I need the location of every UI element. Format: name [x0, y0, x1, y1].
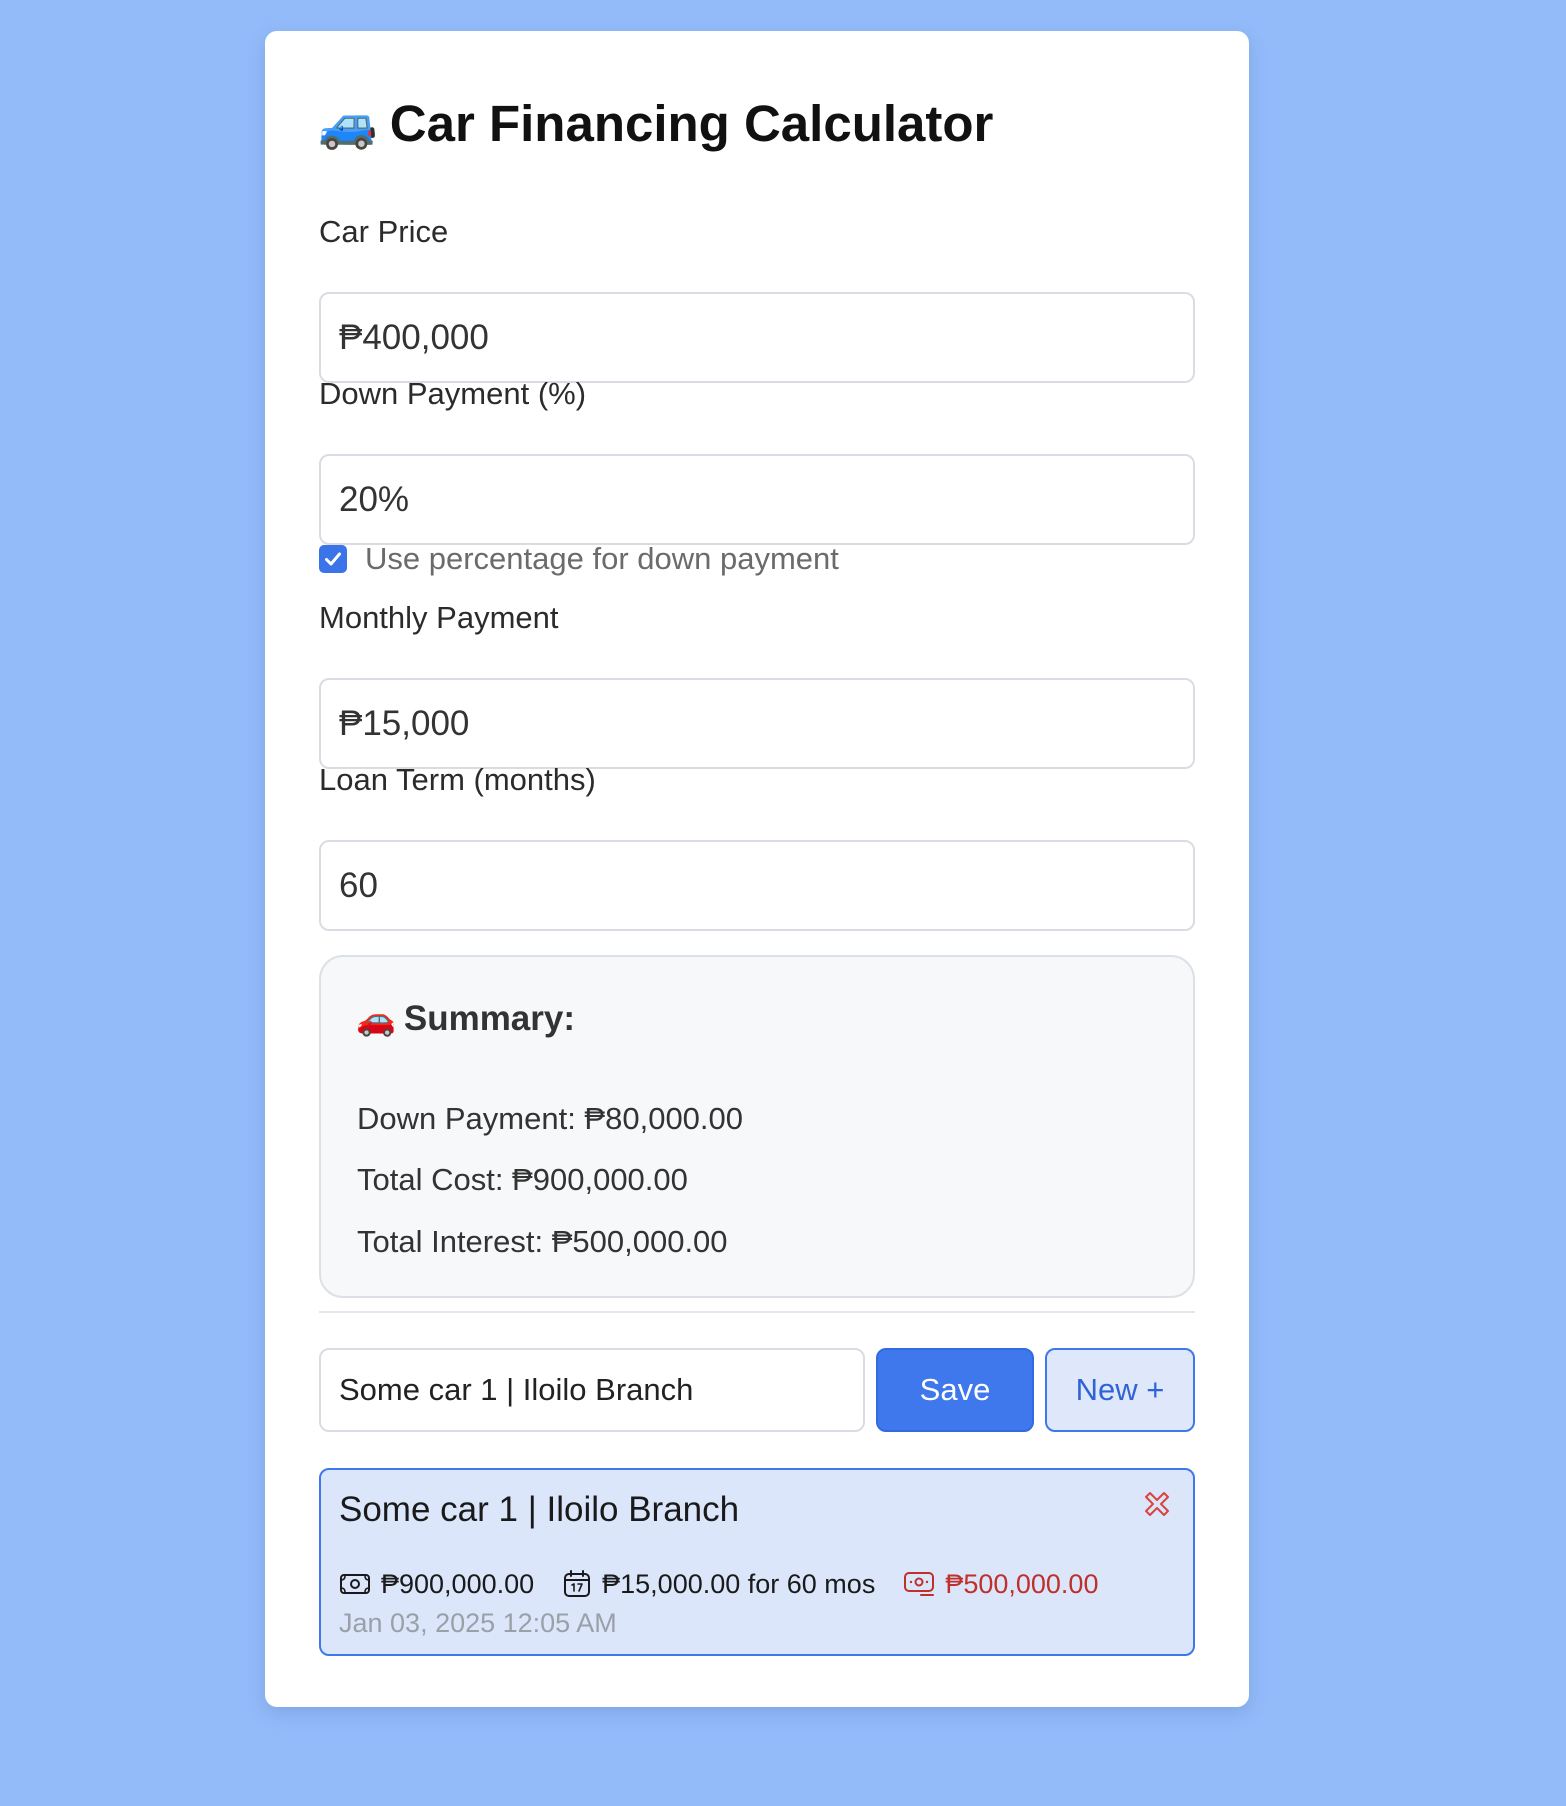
car-emoji-icon: 🚙	[318, 97, 378, 151]
monthly-payment-input[interactable]	[319, 678, 1195, 769]
saved-item-interest-text: ₱500,000.00	[945, 1568, 1099, 1599]
delete-x-icon[interactable]	[1141, 1488, 1173, 1520]
car-price-input[interactable]	[319, 292, 1195, 383]
red-car-emoji-icon: 🚗	[356, 1001, 396, 1037]
use-percentage-label: Use percentage for down payment	[365, 541, 839, 576]
summary-total-interest: Total Interest: ₱500,000.00	[357, 1224, 728, 1259]
saved-item-date: Jan 03, 2025 12:05 AM	[339, 1608, 617, 1638]
use-percentage-row[interactable]: Use percentage for down payment	[319, 539, 839, 579]
saved-item-title: Some car 1 | Iloilo Branch	[339, 1490, 740, 1529]
page-title-text: Car Financing Calculator	[389, 94, 994, 152]
saved-item-total-cost: ₱900,000.00	[339, 1569, 534, 1600]
summary-total-cost: Total Cost: ₱900,000.00	[357, 1162, 688, 1197]
calculation-name-input[interactable]	[319, 1348, 865, 1432]
use-percentage-checkbox[interactable]	[319, 545, 347, 573]
saved-calculation-item[interactable]: Some car 1 | Iloilo Branch ₱900,000.00 ₱…	[319, 1468, 1195, 1656]
down-payment-label: Down Payment (%)	[319, 376, 587, 411]
car-price-label: Car Price	[319, 214, 449, 249]
saved-item-total-cost-text: ₱900,000.00	[381, 1568, 535, 1599]
monthly-payment-label: Monthly Payment	[319, 600, 559, 635]
summary-title: 🚗 Summary:	[356, 997, 575, 1041]
saved-item-stats: ₱900,000.00 ₱15,000.00 for 60 mos ₱500,0…	[339, 1565, 1126, 1603]
calculator-card: 🚙 Car Financing Calculator Car Price Dow…	[265, 31, 1249, 1707]
new-button[interactable]: New +	[1045, 1348, 1195, 1432]
down-payment-input[interactable]	[319, 454, 1195, 545]
summary-title-text: Summary:	[403, 999, 576, 1038]
loan-term-input[interactable]	[319, 840, 1195, 931]
summary-down-payment: Down Payment: ₱80,000.00	[357, 1101, 744, 1136]
section-divider	[319, 1311, 1195, 1313]
loan-term-label: Loan Term (months)	[319, 762, 596, 797]
page-title: 🚙 Car Financing Calculator	[318, 91, 993, 155]
saved-item-monthly-text: ₱15,000.00 for 60 mos	[602, 1568, 876, 1599]
checkmark-icon	[325, 552, 341, 566]
save-button[interactable]: Save	[876, 1348, 1034, 1432]
interest-cash-icon	[904, 1572, 935, 1596]
saved-item-interest: ₱500,000.00	[903, 1569, 1098, 1600]
calendar-icon	[564, 1570, 591, 1597]
saved-item-monthly: ₱15,000.00 for 60 mos	[562, 1569, 875, 1600]
cash-icon	[340, 1574, 370, 1594]
summary-panel: 🚗 Summary: Down Payment: ₱80,000.00 Tota…	[319, 955, 1195, 1298]
